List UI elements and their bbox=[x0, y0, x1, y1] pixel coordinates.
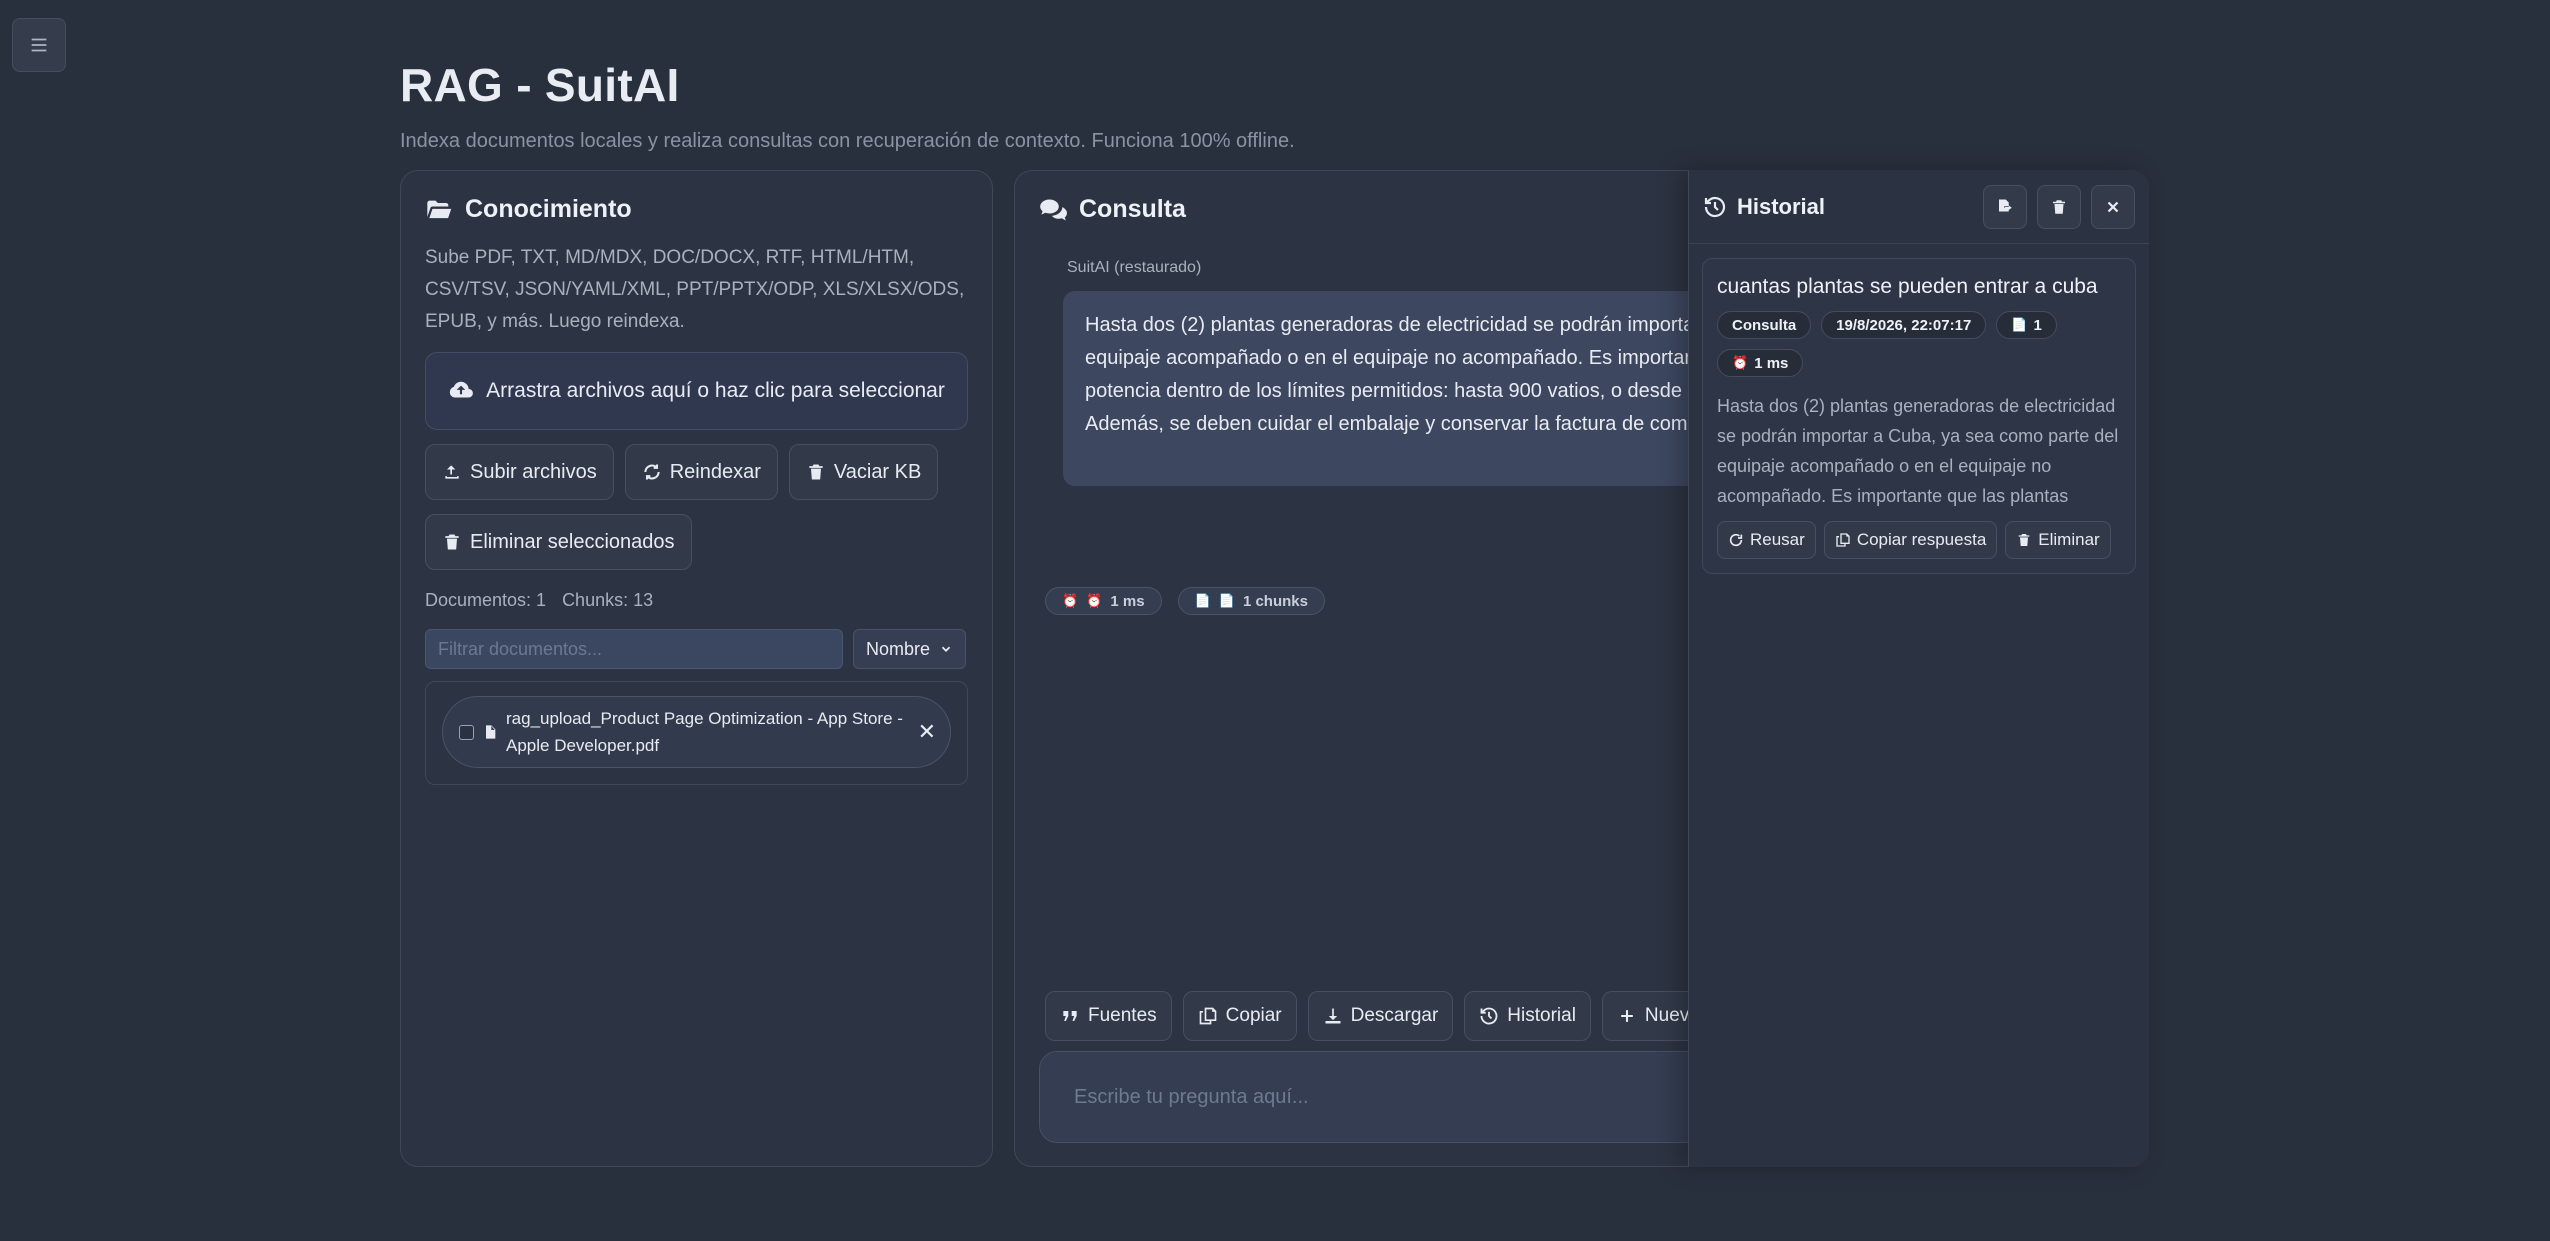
answer-bubble: Hasta dos (2) plantas generadoras de ele… bbox=[1063, 291, 1703, 486]
delete-history-item-button[interactable]: Eliminar bbox=[2005, 521, 2111, 559]
query-title-text: Consulta bbox=[1079, 195, 1186, 223]
history-time-tag: ⏰ 1 ms bbox=[1717, 349, 1804, 377]
file-icon bbox=[486, 725, 496, 739]
document-list: rag_upload_Product Page Optimization - A… bbox=[425, 681, 968, 785]
document-item[interactable]: rag_upload_Product Page Optimization - A… bbox=[442, 696, 951, 768]
document-name: rag_upload_Product Page Optimization - A… bbox=[506, 709, 903, 755]
time-chip: ⏰ ⏰ 1 ms bbox=[1045, 587, 1162, 615]
comments-icon bbox=[1040, 199, 1067, 220]
upload-files-label: Subir archivos bbox=[470, 460, 597, 483]
menu-toggle-button[interactable] bbox=[12, 18, 66, 72]
download-button[interactable]: Descargar bbox=[1307, 991, 1454, 1041]
folder-open-icon bbox=[427, 200, 452, 218]
download-label: Descargar bbox=[1350, 1005, 1439, 1026]
trash-icon bbox=[445, 534, 459, 550]
document-filter-input[interactable] bbox=[425, 629, 843, 669]
chunks-chip-label: 1 chunks bbox=[1242, 592, 1308, 610]
history-type-tag: Consulta bbox=[1717, 311, 1812, 339]
alarm-icon: ⏰ bbox=[1062, 593, 1079, 608]
history-item[interactable]: cuantas plantas se pueden entrar a cuba … bbox=[1702, 258, 2136, 574]
download-icon bbox=[1325, 1008, 1341, 1024]
sources-button[interactable]: Fuentes bbox=[1045, 991, 1172, 1041]
time-chip-label: 1 ms bbox=[1110, 592, 1145, 610]
trash-icon bbox=[2053, 199, 2065, 214]
history-icon bbox=[1480, 1007, 1498, 1025]
trash-icon bbox=[809, 464, 823, 480]
kb-counts: Documentos: 1 Chunks: 13 bbox=[425, 590, 968, 611]
copy-answer-label: Copiar respuesta bbox=[1856, 530, 1987, 549]
history-preview: Hasta dos (2) plantas generadoras de ele… bbox=[1717, 396, 2119, 506]
reuse-button[interactable]: Reusar bbox=[1717, 521, 1816, 559]
quote-icon bbox=[1063, 1011, 1077, 1021]
history-title: Historial bbox=[1703, 194, 1825, 220]
remove-document-button[interactable]: ✕ bbox=[918, 719, 936, 745]
plus-icon bbox=[1621, 1010, 1633, 1022]
delete-selected-label: Eliminar seleccionados bbox=[470, 530, 675, 553]
reindex-button[interactable]: Reindexar bbox=[624, 444, 778, 500]
history-docs-count: 1 bbox=[2033, 316, 2042, 334]
clear-kb-button[interactable]: Vaciar KB bbox=[788, 444, 939, 500]
history-time-value: 1 ms bbox=[1754, 354, 1789, 372]
knowledge-panel: Conocimiento Sube PDF, TXT, MD/MDX, DOC/… bbox=[400, 170, 993, 1167]
chunks-chip: 📄 📄 1 chunks bbox=[1177, 587, 1325, 615]
dropzone-label: Arrastra archivos aquí o haz clic para s… bbox=[486, 379, 945, 402]
history-header: Historial bbox=[1689, 170, 2149, 244]
copy-icon bbox=[1199, 1007, 1216, 1025]
trash-icon bbox=[2018, 534, 2030, 546]
history-title-text: Historial bbox=[1737, 193, 1826, 219]
refresh-icon bbox=[644, 464, 660, 480]
page-subtitle: Indexa documentos locales y realiza cons… bbox=[400, 130, 1295, 152]
upload-icon bbox=[445, 465, 459, 479]
sort-select[interactable]: Nombre bbox=[853, 629, 966, 669]
history-docs-tag: 📄 1 bbox=[1996, 311, 2057, 339]
chevron-down-icon bbox=[941, 646, 951, 652]
document-icon: 📄 bbox=[1194, 593, 1211, 608]
file-dropzone[interactable]: Arrastra archivos aquí o haz clic para s… bbox=[425, 352, 968, 430]
delete-selected-button[interactable]: Eliminar seleccionados bbox=[425, 514, 692, 570]
history-label: Historial bbox=[1507, 1005, 1576, 1026]
question-input-placeholder: Escribe tu pregunta aquí... bbox=[1074, 1085, 1309, 1108]
knowledge-description: Sube PDF, TXT, MD/MDX, DOC/DOCX, RTF, HT… bbox=[425, 247, 965, 332]
page-title: RAG - SuitAI bbox=[400, 59, 680, 111]
answer-text: Hasta dos (2) plantas generadoras de ele… bbox=[1085, 314, 1703, 435]
clear-kb-label: Vaciar KB bbox=[833, 460, 922, 483]
export-history-button[interactable] bbox=[1983, 184, 2027, 229]
knowledge-title-text: Conocimiento bbox=[465, 195, 632, 223]
document-icon: 📄 bbox=[1218, 593, 1235, 608]
cloud-upload-icon bbox=[449, 381, 474, 398]
copy-answer-button[interactable]: Copiar respuesta bbox=[1823, 521, 1998, 559]
redo-icon bbox=[1729, 533, 1743, 547]
copy-button[interactable]: Copiar bbox=[1182, 991, 1297, 1041]
history-question: cuantas plantas se pueden entrar a cuba bbox=[1717, 275, 2098, 298]
knowledge-title: Conocimiento bbox=[425, 195, 968, 224]
alarm-icon: ⏰ bbox=[1086, 593, 1103, 608]
sources-label: Fuentes bbox=[1088, 1005, 1157, 1026]
history-drawer: Historial cuantas plantas se pueden entr… bbox=[1688, 170, 2149, 1167]
upload-files-button[interactable]: Subir archivos bbox=[425, 444, 614, 500]
page-header: RAG - SuitAI Indexa documentos locales y… bbox=[400, 58, 1295, 153]
chunks-count: Chunks: 13 bbox=[562, 590, 654, 610]
close-icon bbox=[2107, 201, 2119, 212]
copy-label: Copiar bbox=[1225, 1005, 1282, 1026]
query-title: Consulta bbox=[1039, 195, 1186, 224]
hamburger-icon bbox=[31, 38, 47, 52]
delete-history-item-label: Eliminar bbox=[2038, 530, 2100, 549]
history-button[interactable]: Historial bbox=[1464, 991, 1591, 1041]
clear-history-button[interactable] bbox=[2037, 184, 2081, 229]
message-sender: SuitAI (restaurado) bbox=[1067, 259, 1202, 276]
document-checkbox[interactable] bbox=[459, 724, 474, 740]
history-icon bbox=[1704, 196, 1726, 217]
alarm-icon: ⏰ bbox=[1732, 355, 1749, 370]
file-export-icon bbox=[1999, 199, 2012, 211]
close-history-button[interactable] bbox=[2091, 184, 2135, 229]
document-icon: 📄 bbox=[2011, 317, 2028, 332]
sort-select-value: Nombre bbox=[866, 638, 931, 659]
history-date-tag: 19/8/2026, 22:07:17 bbox=[1821, 311, 1987, 339]
documents-count: Documentos: 1 bbox=[425, 590, 547, 610]
reindex-label: Reindexar bbox=[669, 460, 761, 483]
copy-icon bbox=[1836, 533, 1850, 547]
reuse-label: Reusar bbox=[1750, 530, 1805, 549]
